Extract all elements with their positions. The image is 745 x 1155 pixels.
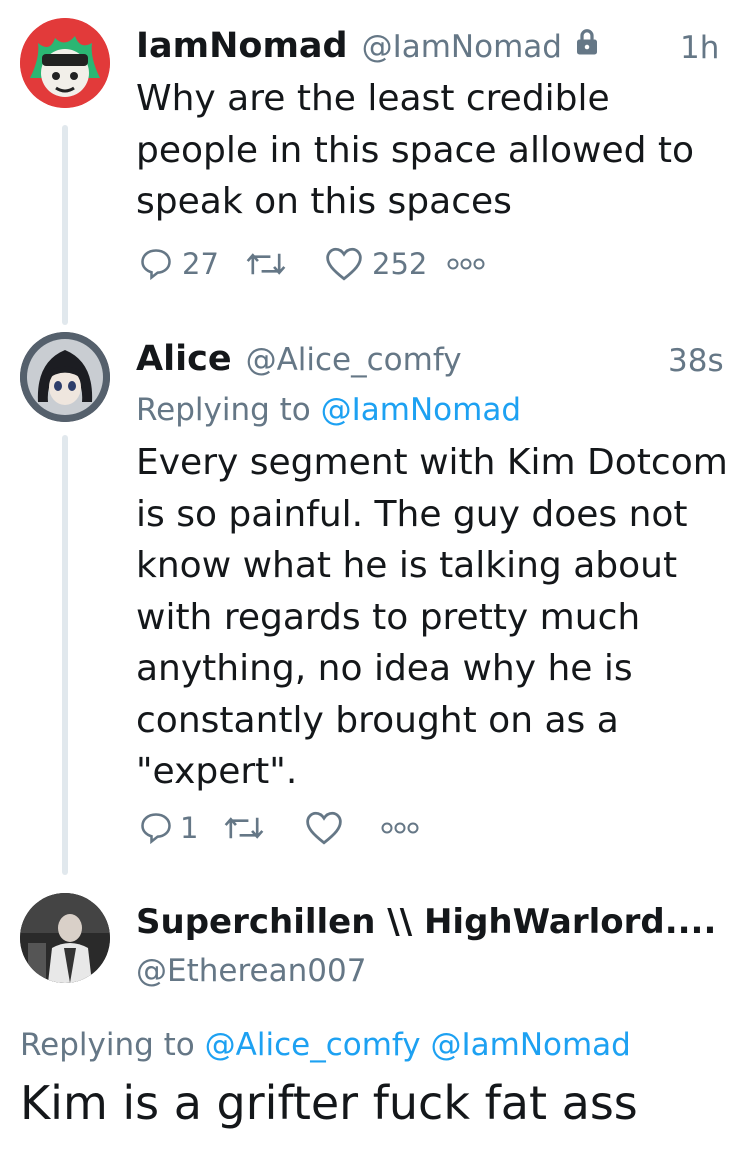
replying-to-link[interactable]: @IamNomad	[430, 1027, 630, 1063]
avatar[interactable]	[20, 332, 110, 422]
display-name[interactable]: Alice	[136, 339, 232, 379]
replying-to: Replying to @Alice_comfy @IamNomad	[20, 1027, 631, 1063]
replying-prefix: Replying to	[136, 392, 311, 428]
tweet-text: Every segment with Kim Dotcom is so pain…	[136, 442, 728, 792]
like-button[interactable]	[304, 810, 344, 846]
retweet-icon	[246, 253, 286, 275]
display-name[interactable]: Superchillen \\ HighWarlord....	[136, 902, 716, 942]
user-handle[interactable]: @Alice_comfy	[246, 342, 462, 378]
retweet-button[interactable]	[244, 246, 288, 282]
reply-button[interactable]: 1	[138, 810, 198, 846]
lock-icon	[572, 27, 602, 61]
more-button[interactable]	[446, 256, 486, 272]
retweet-button[interactable]	[222, 810, 266, 846]
more-button[interactable]	[380, 820, 420, 836]
avatar-image	[20, 332, 110, 422]
like-count: 252	[372, 247, 428, 281]
replying-to: Replying to @IamNomad	[136, 392, 521, 428]
more-icon	[381, 822, 419, 834]
avatar-image	[20, 893, 110, 983]
like-icon	[306, 811, 342, 845]
replying-prefix: Replying to	[20, 1027, 195, 1063]
tweet-text: Why are the least credible people in thi…	[136, 78, 695, 222]
reply-button[interactable]: 27	[138, 246, 219, 282]
reply-count: 1	[180, 811, 199, 845]
timestamp[interactable]: 38s	[668, 343, 724, 379]
reply-icon	[141, 813, 171, 845]
thread-line	[62, 125, 68, 325]
timestamp[interactable]: 1h	[680, 30, 719, 66]
user-handle[interactable]: @IamNomad	[362, 29, 562, 65]
replying-to-link[interactable]: @IamNomad	[321, 392, 521, 428]
avatar[interactable]	[20, 18, 110, 108]
replying-to-link[interactable]: @Alice_comfy	[205, 1027, 421, 1063]
retweet-icon	[224, 817, 264, 839]
tweet-text: Kim is a grifter fuck fat ass	[20, 1076, 638, 1130]
reply-count: 27	[182, 247, 219, 281]
reply-icon	[141, 249, 171, 281]
avatar[interactable]	[20, 893, 110, 983]
more-icon	[447, 258, 485, 270]
like-icon	[326, 247, 362, 281]
like-button[interactable]: 252	[324, 246, 427, 282]
thread-line	[62, 435, 68, 875]
user-handle[interactable]: @Etherean007	[136, 953, 366, 989]
display-name[interactable]: IamNomad	[136, 26, 348, 66]
avatar-image	[20, 18, 110, 108]
